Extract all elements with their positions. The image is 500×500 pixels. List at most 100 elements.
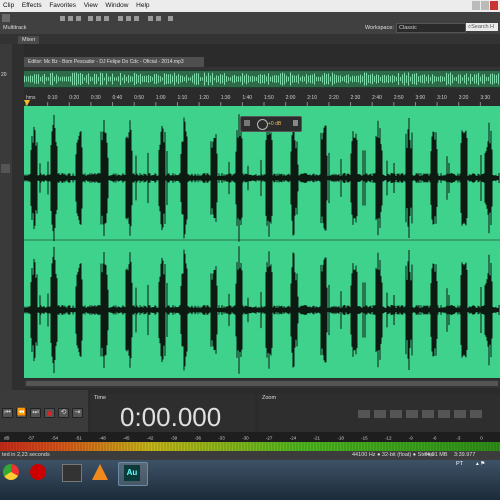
taskbar: Au PT ▴ ⚑ [0,460,500,500]
meter-scale-label: -45 [123,436,130,441]
record-button[interactable] [44,408,55,418]
meter-scale-label: -27 [266,436,273,441]
zoom-buttons [358,410,496,418]
waveform-scrollbar[interactable] [24,379,500,388]
ruler-tick-label: 0:10 [48,95,58,101]
close-button[interactable] [490,1,498,10]
opera-icon[interactable] [30,464,46,480]
maximize-button[interactable] [481,1,489,10]
waveform-display[interactable]: +0 dB [24,106,500,378]
gain-hud[interactable]: +0 dB [240,116,302,132]
menu-effects[interactable]: Effects [19,0,45,12]
transport-panel: ⏮ ⏪ ⏭ ⟲ ⇥ [0,390,88,436]
tool-icons [60,15,210,22]
editor-tab[interactable]: Editor: Mc Bz - Bom Pescador - DJ Felipe… [24,57,204,67]
status-message: ted in 2,23 seconds [2,452,50,458]
menu-bar: Clip Effects Favorites View Window Help [0,0,500,12]
panel-tabs: Mixer [0,34,500,44]
meter-scale-label: -39 [171,436,178,441]
ruler-tick-label: 0:50 [134,95,144,101]
tray-icons: ▴ ⚑ [476,461,486,467]
ruler-tick-label: 0:20 [69,95,79,101]
ruler-tick-label: 2:30 [351,95,361,101]
hud-level-icon [244,120,250,126]
workspace-select[interactable]: Classic [396,23,466,33]
ruler-tick-label: 1:20 [199,95,209,101]
menu-clip[interactable]: Clip [0,0,17,12]
menu-help[interactable]: Help [133,0,152,12]
ruler-tick-label: 0:30 [91,95,101,101]
ruler-tick-label: 1:10 [177,95,187,101]
meter-scale-label: -24 [290,436,297,441]
left-panel: 20 [0,44,12,390]
ruler-tick-label: 1:40 [242,95,252,101]
record-icon [47,411,52,416]
menu-favorites[interactable]: Favorites [46,0,79,12]
tab-mixer[interactable]: Mixer [18,36,40,44]
level-meter-scale: dB -57 -54 -51 -48 -45 -42 -39 -36 -33 -30 -27 -24 -2… [0,432,500,442]
hud-pin-icon[interactable] [293,120,298,126]
ruler-tick-label: 2:10 [307,95,317,101]
meter-scale-label: dB [4,436,10,441]
ruler-tick-label: 1:30 [221,95,231,101]
meter-scale-label: -3 [456,436,460,441]
time-panel: Time 0:00.000 [90,394,255,436]
meter-scale-label: -15 [361,436,368,441]
ruler-tick-label: 2:40 [372,95,382,101]
ruler-tick-label: 3:30 [480,95,490,101]
meter-scale-label: -48 [99,436,106,441]
waveform-overview[interactable] [24,70,500,88]
workspace-label: Workspace: [365,25,394,31]
sample-info: 44100 Hz ● 32-bit (float) ● Stereo [352,452,434,458]
meter-scale-label: -9 [409,436,413,441]
audition-taskbar-button[interactable]: Au [118,462,148,486]
meter-scale-label: -12 [385,436,392,441]
left-panel-collapse[interactable] [1,164,10,173]
menu-view[interactable]: View [81,0,101,12]
skip-button[interactable]: ⇥ [72,408,83,418]
current-time-display[interactable]: 0:00.000 [120,404,221,430]
chrome-icon[interactable] [3,464,19,480]
vlc-icon[interactable] [92,464,108,480]
language-indicator[interactable]: PT [456,461,463,467]
gain-knob-icon[interactable] [257,119,268,130]
loop-button[interactable]: ⟲ [58,408,69,418]
ruler-tick-label: 3:00 [415,95,425,101]
media-icon[interactable] [62,464,82,482]
time-panel-title: Time [94,395,107,401]
panel-gutter [12,44,24,390]
ruler-tick-label: 0:40 [113,95,123,101]
window-controls [472,1,498,11]
menu-window[interactable]: Window [102,0,131,12]
zoom-panel: Zoom [258,394,500,436]
duration: 3:39.977 [454,452,476,458]
meter-scale-label: -51 [75,436,82,441]
multitrack-tab[interactable]: Multitrack [3,24,43,32]
meter-scale-label: -42 [147,436,154,441]
forward-button[interactable]: ⏭ [30,408,41,418]
status-bar: ted in 2,23 seconds 44100 Hz ● 32-bit (f… [0,451,500,460]
audition-icon: Au [124,465,140,481]
ruler-tick-label: 1:00 [156,95,166,101]
ruler-tick-label: 3:10 [437,95,447,101]
waveform-view-icon[interactable] [2,14,10,22]
ruler-tick-label: 3:20 [459,95,469,101]
time-ruler[interactable]: hms 0:10 0:20 0:30 0:40 0:50 1:00 1:10 1:20 1:30 1… [24,92,500,106]
ruler-tick-label: 2:50 [394,95,404,101]
meter-scale-label: 0 [480,436,483,441]
rewind-button[interactable]: ⏮ [2,408,13,418]
meter-scale-label: -33 [218,436,225,441]
toolbar: Multitrack Workspace: Classic ⌕Search H [0,12,500,35]
meter-scale-label: -36 [194,436,201,441]
back-button[interactable]: ⏪ [16,408,27,418]
minimize-button[interactable] [472,1,480,10]
meter-scale-label: -21 [314,436,321,441]
meter-scale-label: -30 [242,436,249,441]
file-size: 74,01 MB [424,452,448,458]
meter-scale-label: -6 [433,436,437,441]
meter-scale-label: -57 [28,436,35,441]
ruler-tick-label: 1:50 [264,95,274,101]
meter-scale-label: -54 [52,436,59,441]
scrollbar-thumb[interactable] [26,381,498,386]
search-help-input[interactable]: ⌕Search H [466,23,498,31]
